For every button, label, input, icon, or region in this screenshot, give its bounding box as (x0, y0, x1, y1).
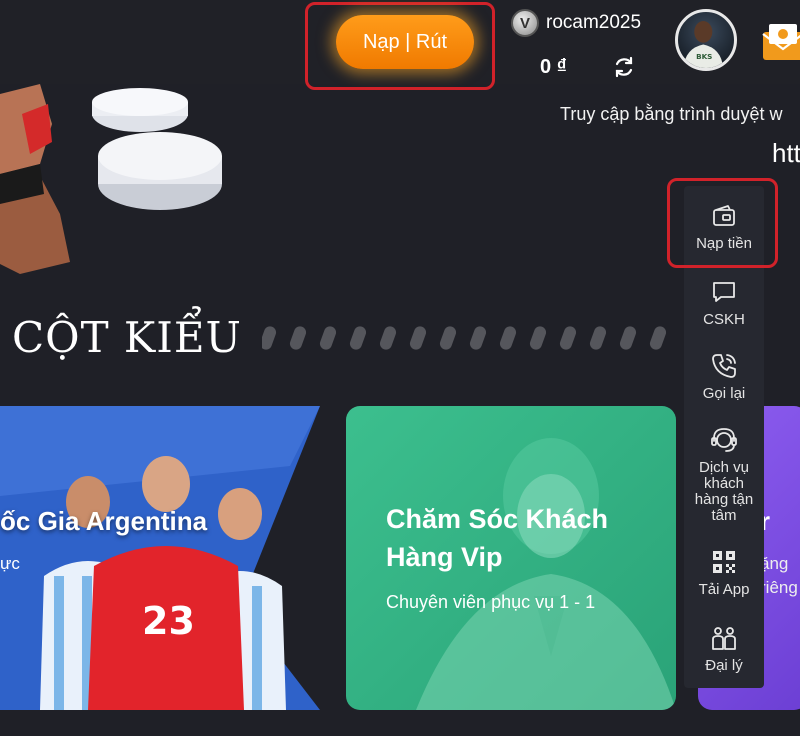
sidebar-item-label: CSKH (703, 311, 745, 328)
purple-card-subtitle-1: ặng (760, 554, 789, 573)
vip-card-subtitle: Chuyên viên phục vụ 1 - 1 (386, 592, 596, 612)
sidebar-item-customer-service[interactable]: Dịch vụ khách hàng tận tâm (684, 426, 764, 524)
agent-icon (712, 627, 736, 650)
phone-icon (712, 354, 736, 378)
chat-icon (713, 282, 735, 302)
balance: 0 ₫ (540, 56, 567, 78)
sidebar-item-callback[interactable]: Gọi lại (684, 352, 764, 402)
browser-hint-link[interactable]: htt (772, 138, 800, 169)
sidebar-item-label: Tải App (698, 581, 750, 598)
svg-text:23: 23 (142, 599, 195, 643)
hero-banner-image (0, 84, 222, 274)
argentina-card-subtitle: ực (0, 554, 20, 573)
headset-icon (711, 428, 737, 452)
page: Nạp | Rút V rocam2025 0 ₫ BKS Truy cập b… (0, 0, 800, 736)
vip-card-title: Chăm Sóc Khách Hàng Vip (386, 504, 609, 572)
sidebar-item-label: Dịch vụ khách hàng tận tâm (694, 459, 754, 524)
sidebar-item-download-app[interactable]: Tải App (684, 548, 764, 598)
avatar[interactable]: BKS (675, 9, 737, 71)
browser-hint-text: Truy cập bằng trình duyệt w (560, 104, 783, 124)
sidebar-item-label: Đại lý (705, 657, 743, 674)
sidebar-item-label: Gọi lại (702, 385, 746, 402)
username[interactable]: rocam2025 (546, 12, 641, 34)
svg-text:BKS: BKS (696, 52, 712, 61)
refresh-icon[interactable] (612, 55, 636, 79)
card-argentina[interactable]: 23 ốc Gia Argentina ực (0, 406, 320, 710)
deposit-sidebar-highlight-box (667, 178, 778, 268)
qr-code-icon (713, 551, 735, 573)
section-title: CỘT KIỂU (12, 313, 242, 362)
deposit-withdraw-button[interactable]: Nạp | Rút (336, 15, 474, 69)
vip-badge-icon: V (511, 9, 539, 37)
card-vip-care[interactable]: Chăm Sóc Khách Hàng Vip Chuyên viên phục… (346, 406, 676, 710)
section-divider-dots (262, 326, 667, 350)
sidebar-item-cskh[interactable]: CSKH (684, 278, 764, 328)
sidebar-item-agent[interactable]: Đại lý (684, 624, 764, 674)
argentina-banner-image: 23 (0, 406, 320, 710)
purple-card-subtitle-2: riêng (760, 578, 798, 597)
mail-icon[interactable] (761, 22, 800, 62)
argentina-card-title: ốc Gia Argentina (0, 506, 208, 536)
